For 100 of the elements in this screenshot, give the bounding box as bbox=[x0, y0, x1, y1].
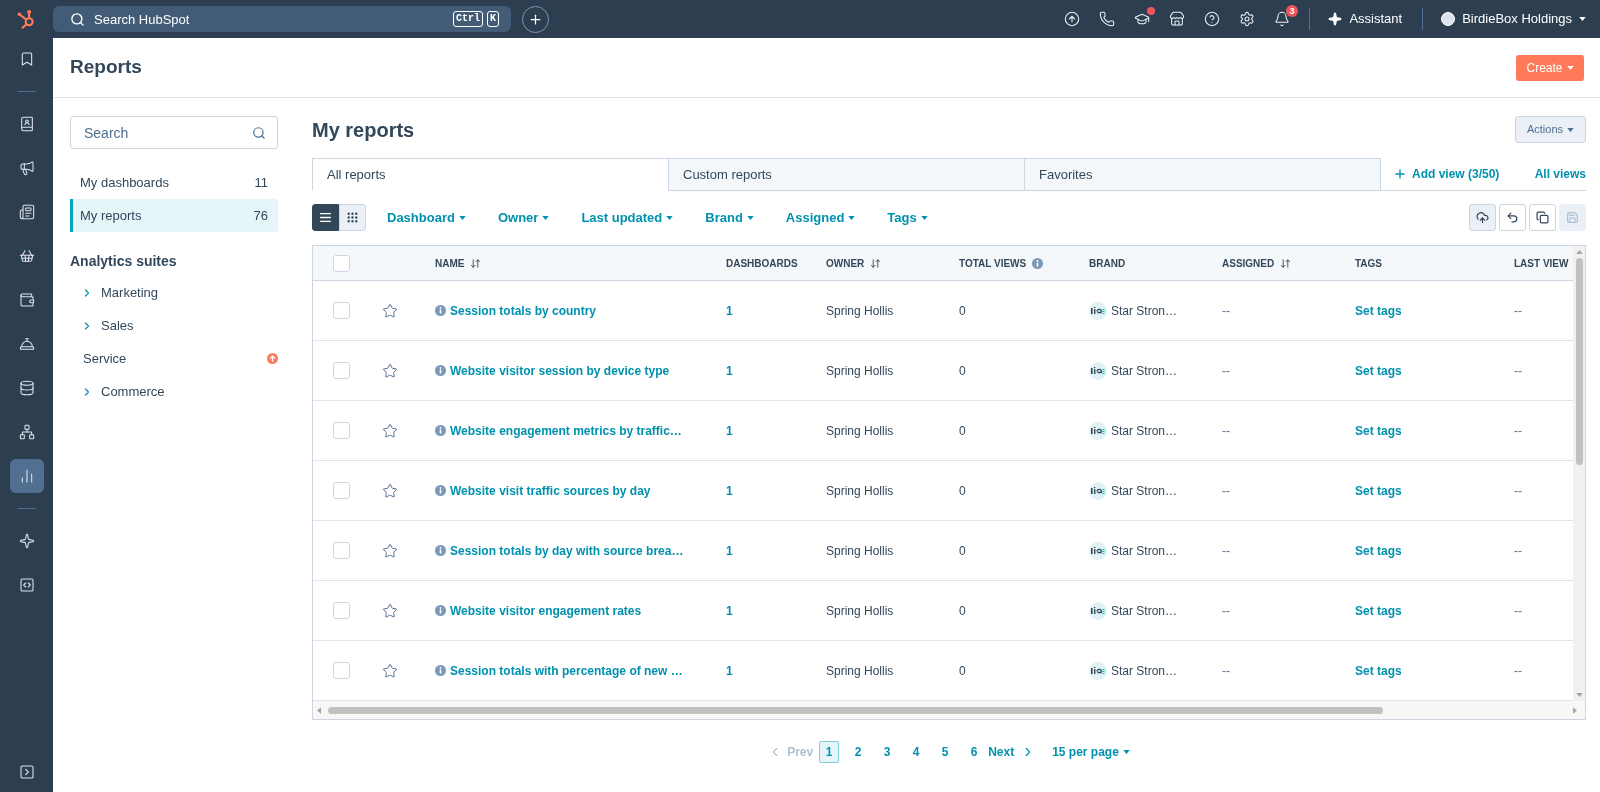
list-icon bbox=[319, 211, 332, 224]
dashboards-count-link[interactable]: 1 bbox=[726, 421, 733, 440]
filter-dropdown[interactable]: Dashboard bbox=[387, 207, 466, 228]
report-name-link[interactable]: Website visit traffic sources by day bbox=[450, 481, 651, 500]
filter-dropdown[interactable]: Assigned bbox=[785, 207, 856, 228]
logo-icon[interactable] bbox=[16, 8, 37, 30]
filter-dropdown[interactable]: Brand bbox=[705, 207, 754, 228]
list-view-button[interactable] bbox=[312, 204, 339, 231]
column-header: LAST VIEW bbox=[1514, 256, 1569, 271]
sidebar-item[interactable]: My dashboards 11 bbox=[70, 166, 278, 199]
assistant-button[interactable]: Assistant bbox=[1328, 9, 1403, 29]
filter-dropdown[interactable]: Tags bbox=[887, 207, 928, 228]
tab[interactable]: Custom reports bbox=[668, 158, 1025, 191]
page-button[interactable]: 2 bbox=[848, 741, 869, 763]
page-button[interactable]: 3 bbox=[877, 741, 898, 763]
undo-button[interactable] bbox=[1499, 204, 1526, 231]
dashboards-count-link[interactable]: 1 bbox=[726, 541, 733, 560]
tab[interactable]: Favorites bbox=[1024, 158, 1381, 191]
checkbox[interactable] bbox=[333, 542, 350, 559]
set-tags-link[interactable]: Set tags bbox=[1355, 361, 1402, 380]
suite-item[interactable]: Marketing bbox=[70, 276, 278, 309]
vertical-scrollbar[interactable] bbox=[1573, 246, 1585, 701]
copy-button[interactable] bbox=[1529, 204, 1556, 231]
checkbox[interactable] bbox=[333, 482, 350, 499]
views-cell-text: 0 bbox=[959, 302, 966, 320]
expand-sidebar-icon[interactable] bbox=[18, 764, 35, 780]
checkbox[interactable] bbox=[333, 362, 350, 379]
suite-label: Marketing bbox=[101, 283, 159, 302]
star-icon[interactable] bbox=[382, 422, 398, 439]
checkbox[interactable] bbox=[333, 254, 350, 272]
dashboards-count-link[interactable]: 1 bbox=[726, 361, 733, 380]
checkbox[interactable] bbox=[333, 602, 350, 619]
views-cell-text: 0 bbox=[959, 602, 966, 620]
report-name-link[interactable]: Session totals by day with source brea… bbox=[450, 541, 684, 560]
page-button[interactable]: 1 bbox=[819, 741, 840, 763]
star-icon[interactable] bbox=[382, 662, 398, 679]
actions-button[interactable]: Actions bbox=[1515, 116, 1586, 143]
set-tags-link[interactable]: Set tags bbox=[1355, 301, 1402, 320]
report-name-link[interactable]: Session totals by country bbox=[450, 301, 597, 320]
report-name-link[interactable]: Website visitor engagement rates bbox=[450, 601, 642, 620]
filter-dropdown[interactable]: Owner bbox=[497, 207, 550, 228]
suite-item[interactable]: Sales bbox=[70, 309, 278, 342]
checkbox[interactable] bbox=[333, 662, 350, 679]
tab[interactable]: All reports bbox=[312, 158, 669, 191]
horizontal-scrollbar[interactable] bbox=[313, 701, 1585, 719]
owner-cell-text: Spring Hollis bbox=[826, 482, 894, 500]
sort-icon[interactable] bbox=[1280, 257, 1292, 269]
help-icon[interactable] bbox=[1203, 11, 1220, 27]
item-count: 76 bbox=[253, 206, 268, 225]
phone-icon[interactable] bbox=[1098, 11, 1115, 27]
dashboards-count-link[interactable]: 1 bbox=[726, 301, 733, 320]
page-button[interactable]: 5 bbox=[935, 741, 956, 763]
column-header[interactable]: OWNER bbox=[826, 255, 865, 271]
grid-view-button[interactable] bbox=[339, 204, 366, 231]
page-button[interactable]: 4 bbox=[906, 741, 927, 763]
star-icon[interactable] bbox=[382, 542, 398, 559]
star-icon[interactable] bbox=[382, 362, 398, 379]
graduation-cap-icon[interactable] bbox=[1133, 11, 1150, 27]
checkbox[interactable] bbox=[333, 302, 350, 319]
star-icon[interactable] bbox=[382, 302, 398, 319]
scrollbar-thumb[interactable] bbox=[328, 706, 1383, 714]
rail-nav-button[interactable] bbox=[9, 459, 44, 493]
arrow-up-circle-icon[interactable] bbox=[1063, 11, 1080, 27]
sidebar-item[interactable]: My reports 76 bbox=[70, 199, 278, 232]
sort-icon[interactable] bbox=[470, 257, 482, 269]
scrollbar-thumb[interactable] bbox=[1575, 258, 1583, 465]
add-view-link[interactable]: Add view (3/50) bbox=[1393, 165, 1500, 183]
report-name-link[interactable]: Session totals with percentage of new … bbox=[450, 661, 683, 680]
page-button[interactable]: 6 bbox=[964, 741, 985, 763]
report-name-link[interactable]: Website visitor session by device type bbox=[450, 361, 670, 380]
dashboards-count-link[interactable]: 1 bbox=[726, 481, 733, 500]
dashboards-count-link[interactable]: 1 bbox=[726, 601, 733, 620]
set-tags-link[interactable]: Set tags bbox=[1355, 601, 1402, 620]
suite-item[interactable]: Service bbox=[70, 342, 278, 375]
column-header[interactable]: ASSIGNED bbox=[1222, 255, 1275, 271]
dashboards-count-link[interactable]: 1 bbox=[726, 661, 733, 680]
set-tags-link[interactable]: Set tags bbox=[1355, 541, 1402, 560]
caret-icon bbox=[920, 215, 928, 220]
all-views-link[interactable]: All views bbox=[1534, 165, 1586, 183]
report-name-link[interactable]: Website engagement metrics by traffic… bbox=[450, 421, 682, 440]
checkbox[interactable] bbox=[333, 422, 350, 439]
next-button[interactable]: Next bbox=[988, 743, 1036, 761]
create-button[interactable]: Create bbox=[1516, 54, 1584, 81]
page-title: Reports bbox=[70, 55, 142, 80]
account-menu[interactable]: BirdieBox Holdings bbox=[1441, 9, 1586, 29]
star-icon[interactable] bbox=[382, 602, 398, 619]
settings-icon[interactable] bbox=[1238, 11, 1255, 27]
store-icon[interactable] bbox=[1168, 11, 1185, 27]
per-page-dropdown[interactable]: 15 per page bbox=[1052, 743, 1130, 761]
cloud-button[interactable] bbox=[1469, 204, 1496, 231]
set-tags-link[interactable]: Set tags bbox=[1355, 481, 1402, 500]
set-tags-link[interactable]: Set tags bbox=[1355, 661, 1402, 680]
sort-icon[interactable] bbox=[870, 257, 882, 269]
filter-dropdown[interactable]: Last updated bbox=[581, 207, 674, 228]
set-tags-link[interactable]: Set tags bbox=[1355, 421, 1402, 440]
suite-item[interactable]: Commerce bbox=[70, 375, 278, 408]
star-icon[interactable] bbox=[382, 482, 398, 499]
bell-icon[interactable] bbox=[1273, 11, 1290, 27]
search-field[interactable]: Search bbox=[70, 116, 278, 149]
column-header[interactable]: NAME bbox=[435, 255, 465, 271]
